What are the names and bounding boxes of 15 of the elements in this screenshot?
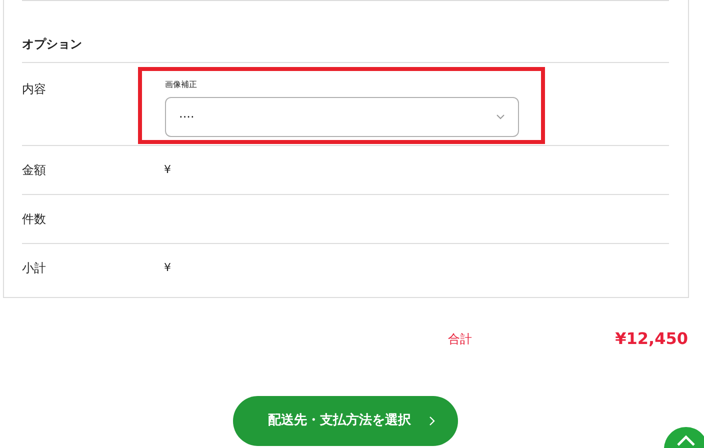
field-label: 画像補正 — [165, 79, 197, 91]
row-label: 金額 — [22, 162, 47, 179]
section-title: オプション — [22, 36, 82, 53]
row-value: ¥ — [164, 162, 171, 178]
total-amount: ¥12,450 — [615, 328, 688, 350]
chevron-down-icon — [496, 114, 505, 120]
row-value: ¥ — [164, 260, 171, 276]
select-field[interactable]: ···· — [165, 97, 519, 137]
chevron-up-icon — [677, 435, 695, 446]
total-label: 合計 — [448, 331, 472, 348]
submit-button[interactable]: 配送先・支払方法を選択 — [233, 396, 458, 446]
row-label: 件数 — [22, 211, 47, 228]
row-label: 内容 — [22, 81, 47, 98]
row-label: 小計 — [22, 260, 47, 277]
chevron-right-icon — [429, 416, 435, 426]
